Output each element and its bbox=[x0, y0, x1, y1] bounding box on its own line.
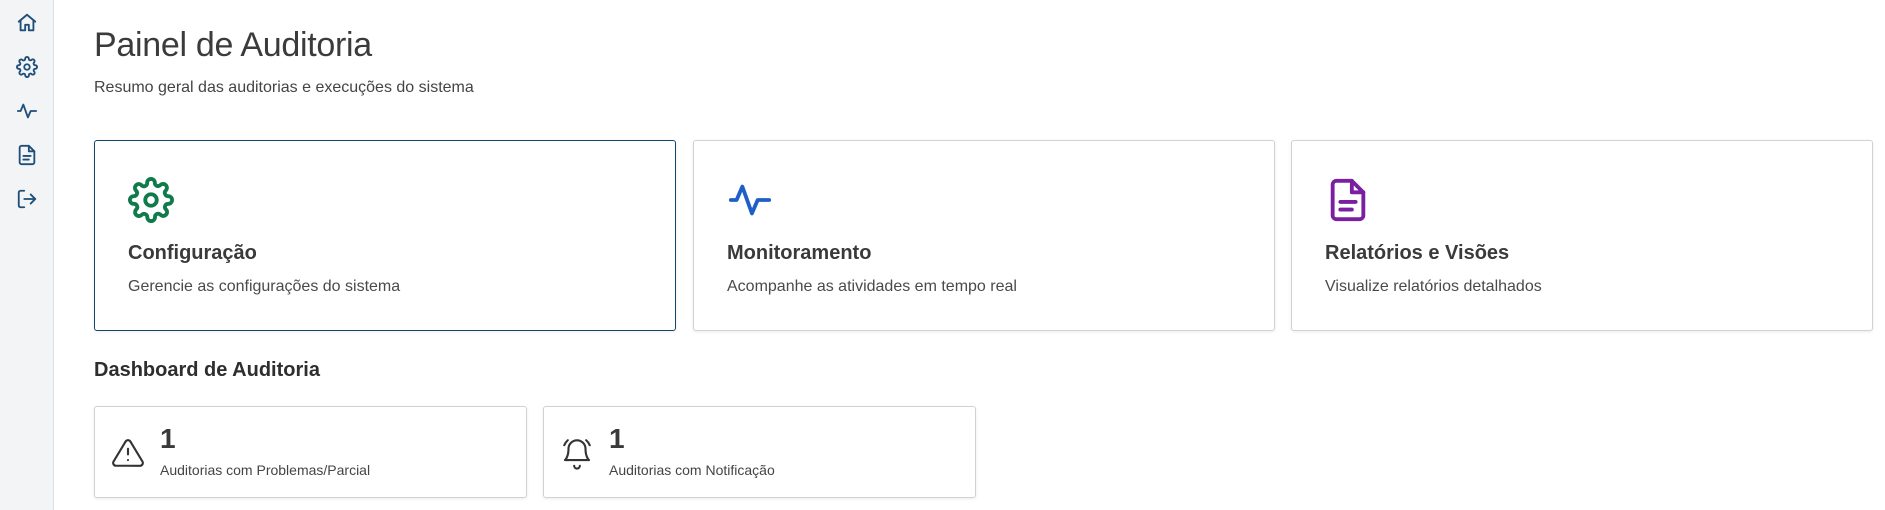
main-content: Painel de Auditoria Resumo geral das aud… bbox=[94, 0, 1885, 510]
activity-icon bbox=[728, 184, 772, 216]
sidebar-item-monitoring[interactable] bbox=[12, 96, 42, 126]
document-icon bbox=[18, 144, 36, 166]
sidebar-item-logout[interactable] bbox=[12, 184, 42, 214]
logout-icon bbox=[17, 189, 37, 209]
card-description: Visualize relatórios detalhados bbox=[1325, 278, 1542, 295]
activity-icon bbox=[16, 103, 38, 119]
gear-icon bbox=[16, 56, 38, 78]
card-title: Configuração bbox=[128, 242, 257, 264]
card-configuracao[interactable]: Configuração Gerencie as configurações d… bbox=[94, 140, 676, 331]
stat-value: 1 bbox=[609, 423, 625, 454]
sidebar-item-home[interactable] bbox=[12, 8, 42, 38]
warning-icon bbox=[112, 439, 144, 467]
dashboard-title: Dashboard de Auditoria bbox=[94, 359, 320, 381]
document-icon bbox=[1330, 178, 1366, 222]
stat-card-notifications[interactable]: 1 Auditorias com Notificação bbox=[543, 406, 976, 498]
card-description: Acompanhe as atividades em tempo real bbox=[727, 278, 1017, 295]
home-icon bbox=[17, 13, 37, 32]
gear-icon bbox=[128, 177, 174, 223]
stat-card-problems[interactable]: 1 Auditorias com Problemas/Parcial bbox=[94, 406, 527, 498]
sidebar-item-reports[interactable] bbox=[12, 140, 42, 170]
page-title: Painel de Auditoria bbox=[94, 26, 372, 64]
card-relatorios[interactable]: Relatórios e Visões Visualize relatórios… bbox=[1291, 140, 1873, 331]
sidebar-item-settings[interactable] bbox=[12, 52, 42, 82]
card-monitoramento[interactable]: Monitoramento Acompanhe as atividades em… bbox=[693, 140, 1275, 331]
card-description: Gerencie as configurações do sistema bbox=[128, 278, 401, 295]
alarm-bell-icon bbox=[563, 439, 591, 470]
card-title: Monitoramento bbox=[727, 242, 872, 264]
stat-label: Auditorias com Problemas/Parcial bbox=[160, 462, 371, 478]
stat-label: Auditorias com Notificação bbox=[609, 462, 775, 478]
stat-value: 1 bbox=[160, 423, 176, 454]
sidebar bbox=[0, 0, 54, 510]
card-title: Relatórios e Visões bbox=[1325, 242, 1510, 264]
page-subtitle: Resumo geral das auditorias e execuções … bbox=[94, 79, 474, 96]
